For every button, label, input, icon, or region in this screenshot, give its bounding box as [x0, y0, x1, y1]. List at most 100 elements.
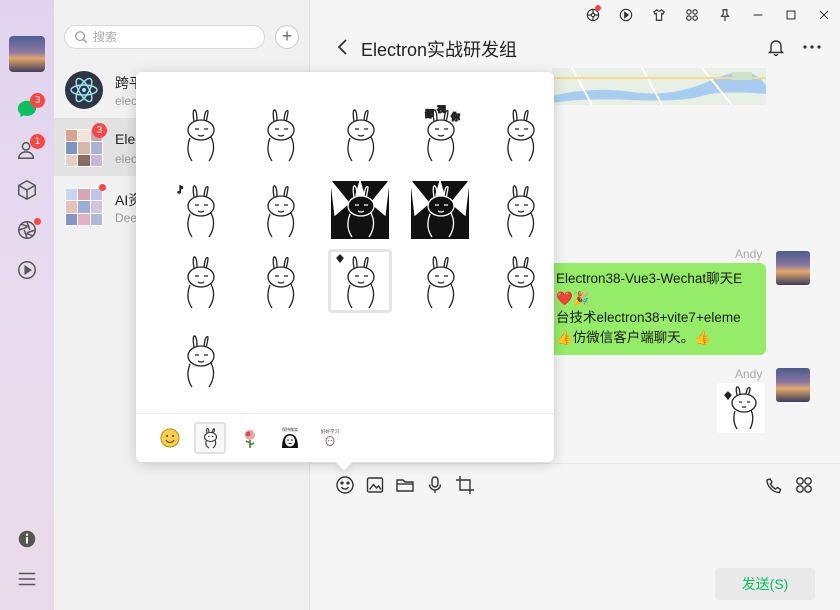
bunny-sticker-icon — [717, 383, 765, 433]
bunny-sticker-icon — [491, 181, 549, 239]
sticker-item[interactable]: ♪ — [168, 178, 232, 242]
wheel-button[interactable] — [576, 4, 609, 26]
sticker-message[interactable] — [717, 383, 765, 433]
bunny-icon — [198, 426, 222, 450]
minimize-button[interactable] — [741, 4, 774, 26]
folder-button[interactable] — [395, 475, 415, 495]
sticker-item[interactable] — [488, 178, 552, 242]
bunny-sticker-icon — [251, 252, 309, 310]
svg-text:鄙: 鄙 — [425, 109, 434, 120]
apps-button[interactable] — [675, 4, 708, 26]
svg-text:你: 你 — [451, 111, 460, 123]
mic-icon — [425, 475, 445, 495]
session-badge: 3 — [92, 123, 107, 138]
apps-icon — [794, 475, 814, 495]
sticker-item[interactable] — [248, 178, 312, 242]
image-icon — [365, 475, 385, 495]
pin-icon — [718, 8, 732, 22]
search-box[interactable] — [64, 25, 265, 49]
minimize-icon — [751, 8, 765, 22]
more-icon[interactable] — [802, 38, 822, 56]
session-preview: Dee — [115, 211, 137, 225]
sticker-item[interactable] — [168, 102, 232, 166]
sticker-item[interactable] — [328, 102, 392, 166]
pin-button[interactable] — [708, 4, 741, 26]
emoji-button[interactable] — [335, 475, 355, 495]
nav-rail: 3 1 — [0, 0, 54, 610]
more-apps-button[interactable] — [794, 475, 814, 495]
send-button[interactable]: 发送(S) — [715, 568, 815, 600]
phone-icon — [764, 475, 784, 495]
nav-info[interactable] — [16, 528, 38, 550]
sticker-item[interactable] — [488, 102, 552, 166]
svg-text:视: 视 — [437, 105, 446, 115]
cube-icon — [16, 179, 38, 201]
sticker-item[interactable] — [248, 102, 312, 166]
add-button[interactable]: + — [275, 25, 299, 49]
maximize-icon — [784, 8, 798, 22]
sticker-tab-text[interactable]: 好好学习 — [314, 422, 346, 454]
call-button[interactable] — [764, 475, 784, 495]
sticker-tab-rose[interactable] — [234, 422, 266, 454]
sticker-item[interactable] — [168, 328, 232, 392]
face-sticker-icon: 保持微笑 — [278, 426, 302, 450]
sticker-tab-bunny[interactable] — [194, 422, 226, 454]
bunny-sticker-icon — [171, 331, 229, 389]
sticker-tab-face[interactable]: 保持微笑 — [274, 422, 306, 454]
svg-text:♪: ♪ — [177, 185, 183, 196]
sender-avatar[interactable] — [776, 251, 810, 285]
nav-moments[interactable] — [16, 219, 38, 241]
nav-collection[interactable] — [16, 179, 38, 201]
bunny-sticker-icon — [331, 181, 389, 239]
menu-icon — [16, 568, 38, 590]
sticker-tab-emoji[interactable] — [154, 422, 186, 454]
sticker-item[interactable]: 鄙视你 — [408, 102, 472, 166]
search-input[interactable] — [93, 29, 258, 45]
sticker-item[interactable] — [408, 178, 472, 242]
bunny-sticker-icon — [411, 252, 469, 310]
image-button[interactable] — [365, 475, 385, 495]
play-icon — [619, 8, 633, 22]
screenshot-button[interactable] — [455, 475, 475, 495]
electron-logo-icon — [65, 71, 103, 109]
nav-video[interactable] — [16, 259, 38, 281]
map-image — [552, 68, 766, 105]
sticker-item[interactable] — [168, 249, 232, 313]
session-preview: elec — [115, 152, 137, 166]
play-button[interactable] — [609, 4, 642, 26]
nav-menu[interactable] — [16, 568, 38, 590]
message-bubble[interactable]: Electron38-Vue3-Wechat聊天E ❤️🎉 台技术electro… — [550, 263, 766, 355]
sticker-item[interactable] — [328, 178, 392, 242]
nav-chat[interactable]: 3 — [16, 98, 38, 120]
bunny-sticker-icon — [331, 252, 389, 310]
sticker-picker: 鄙视你 ♪ 保持微笑 好好学习 — [136, 72, 554, 462]
close-button[interactable] — [807, 4, 840, 26]
bell-icon[interactable] — [767, 38, 785, 56]
session-preview: elec — [115, 94, 137, 108]
bunny-sticker-icon — [251, 105, 309, 163]
sticker-item[interactable] — [248, 249, 312, 313]
contacts-badge: 1 — [30, 134, 45, 149]
maximize-button[interactable] — [774, 4, 807, 26]
skin-button[interactable] — [642, 4, 675, 26]
sticker-item[interactable] — [408, 249, 472, 313]
sender-name: Andy — [735, 247, 762, 261]
location-map[interactable] — [552, 68, 766, 105]
sticker-item[interactable] — [488, 249, 552, 313]
bunny-sticker-icon — [171, 252, 229, 310]
sticker-item[interactable] — [328, 249, 392, 313]
bunny-sticker-icon — [331, 105, 389, 163]
emoji-icon — [335, 475, 355, 495]
message-line: 👍仿微信客户端聊天。👍 — [556, 328, 758, 348]
search-icon — [74, 30, 88, 44]
nav-contacts[interactable]: 1 — [16, 139, 38, 161]
back-icon[interactable] — [336, 38, 350, 56]
session-dot — [99, 184, 106, 191]
video-play-icon — [16, 259, 38, 281]
my-avatar[interactable] — [9, 36, 45, 72]
bunny-sticker-icon — [491, 252, 549, 310]
sender-avatar[interactable] — [776, 368, 810, 402]
voice-button[interactable] — [425, 475, 445, 495]
tab-caption: 保持微笑 — [282, 426, 298, 432]
tab-caption: 好好学习 — [321, 428, 339, 435]
